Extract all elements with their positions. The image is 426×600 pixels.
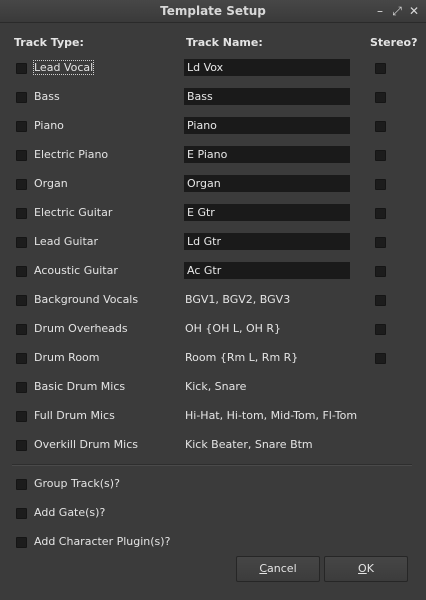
track-name-text: Kick, Snare bbox=[185, 380, 247, 393]
track-name-text: OH {OH L, OH R} bbox=[185, 322, 282, 335]
track-type-checkbox[interactable] bbox=[16, 266, 27, 277]
track-type-label[interactable]: Basic Drum Mics bbox=[34, 380, 125, 393]
option-checkbox[interactable] bbox=[16, 479, 27, 490]
track-type-checkbox[interactable] bbox=[16, 63, 27, 74]
cancel-button[interactable]: Cancel bbox=[236, 556, 320, 582]
option-label[interactable]: Add Gate(s)? bbox=[34, 506, 105, 519]
track-type-checkbox[interactable] bbox=[16, 92, 27, 103]
track-type-checkbox[interactable] bbox=[16, 382, 27, 393]
track-type-checkbox[interactable] bbox=[16, 411, 27, 422]
track-name-input[interactable]: Ld Vox bbox=[184, 59, 350, 76]
ok-mnemonic: O bbox=[358, 562, 367, 575]
track-name-text: Hi-Hat, Hi-tom, Mid-Tom, Fl-Tom bbox=[185, 409, 358, 422]
track-name-text: Kick Beater, Snare Btm bbox=[185, 438, 313, 451]
ok-button[interactable]: OK bbox=[324, 556, 408, 582]
stereo-checkbox[interactable] bbox=[375, 324, 386, 335]
stereo-checkbox[interactable] bbox=[375, 353, 386, 364]
track-type-label[interactable]: Drum Room bbox=[34, 351, 100, 364]
track-type-checkbox[interactable] bbox=[16, 440, 27, 451]
track-type-label[interactable]: Bass bbox=[34, 90, 60, 103]
stereo-checkbox[interactable] bbox=[375, 295, 386, 306]
stereo-checkbox[interactable] bbox=[375, 121, 386, 132]
track-type-label[interactable]: Electric Piano bbox=[34, 148, 108, 161]
ok-label: K bbox=[366, 562, 374, 575]
track-type-checkbox[interactable] bbox=[16, 208, 27, 219]
track-name-input[interactable]: Bass bbox=[184, 88, 350, 105]
track-name-input[interactable]: Ac Gtr bbox=[184, 262, 350, 279]
track-type-label[interactable]: Overkill Drum Mics bbox=[34, 438, 138, 451]
stereo-checkbox[interactable] bbox=[375, 92, 386, 103]
cancel-label: ancel bbox=[267, 562, 297, 575]
stereo-checkbox[interactable] bbox=[375, 208, 386, 219]
track-type-checkbox[interactable] bbox=[16, 179, 27, 190]
stereo-checkbox[interactable] bbox=[375, 63, 386, 74]
stereo-checkbox[interactable] bbox=[375, 266, 386, 277]
track-type-label[interactable]: Acoustic Guitar bbox=[34, 264, 118, 277]
track-type-label[interactable]: Drum Overheads bbox=[34, 322, 128, 335]
track-name-input[interactable]: Piano bbox=[184, 117, 350, 134]
track-type-label[interactable]: Full Drum Mics bbox=[34, 409, 115, 422]
track-name-input[interactable]: Ld Gtr bbox=[184, 233, 350, 250]
track-type-checkbox[interactable] bbox=[16, 121, 27, 132]
track-name-header: Track Name: bbox=[186, 36, 263, 49]
track-type-label[interactable]: Background Vocals bbox=[34, 293, 138, 306]
stereo-checkbox[interactable] bbox=[375, 237, 386, 248]
window-title: Template Setup bbox=[160, 4, 266, 18]
option-label[interactable]: Group Track(s)? bbox=[34, 477, 120, 490]
track-name-text: Room {Rm L, Rm R} bbox=[185, 351, 299, 364]
cancel-mnemonic: C bbox=[259, 562, 268, 575]
track-type-header: Track Type: bbox=[14, 36, 84, 49]
close-icon[interactable]: ✕ bbox=[406, 2, 422, 20]
track-type-label[interactable]: Organ bbox=[34, 177, 68, 190]
track-type-checkbox[interactable] bbox=[16, 353, 27, 364]
title-bar[interactable]: Template Setup – ⤢ ✕ bbox=[0, 0, 426, 23]
track-type-label[interactable]: Lead Vocal bbox=[32, 60, 95, 75]
minimize-icon[interactable]: – bbox=[372, 2, 388, 20]
track-name-input[interactable]: Organ bbox=[184, 175, 350, 192]
track-type-checkbox[interactable] bbox=[16, 324, 27, 335]
stereo-header: Stereo? bbox=[370, 36, 418, 49]
track-type-checkbox[interactable] bbox=[16, 237, 27, 248]
track-type-label[interactable]: Lead Guitar bbox=[34, 235, 98, 248]
stereo-checkbox[interactable] bbox=[375, 179, 386, 190]
maximize-icon[interactable]: ⤢ bbox=[389, 2, 405, 20]
option-label[interactable]: Add Character Plugin(s)? bbox=[34, 535, 170, 548]
track-name-text: BGV1, BGV2, BGV3 bbox=[185, 293, 291, 306]
track-type-checkbox[interactable] bbox=[16, 150, 27, 161]
stereo-checkbox[interactable] bbox=[375, 150, 386, 161]
track-name-input[interactable]: E Gtr bbox=[184, 204, 350, 221]
option-checkbox[interactable] bbox=[16, 537, 27, 548]
option-checkbox[interactable] bbox=[16, 508, 27, 519]
track-type-label[interactable]: Piano bbox=[34, 119, 64, 132]
track-type-label[interactable]: Electric Guitar bbox=[34, 206, 112, 219]
track-type-checkbox[interactable] bbox=[16, 295, 27, 306]
separator bbox=[12, 464, 412, 466]
track-name-input[interactable]: E Piano bbox=[184, 146, 350, 163]
